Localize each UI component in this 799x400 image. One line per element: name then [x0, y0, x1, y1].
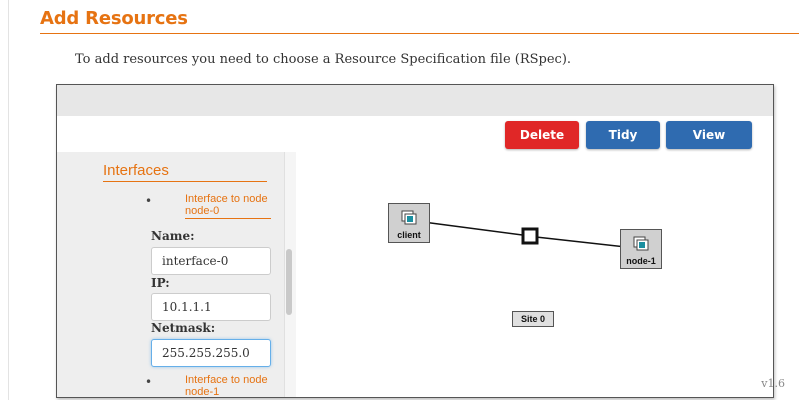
- bullet-icon: •: [145, 375, 153, 389]
- node-label: client: [397, 230, 421, 240]
- bullet-icon: •: [145, 194, 153, 208]
- panel-scrollbar-thumb[interactable]: [286, 249, 292, 315]
- node-client[interactable]: client: [388, 203, 430, 243]
- interfaces-heading-underline: [103, 181, 267, 182]
- topology-link-layer: [407, 219, 645, 250]
- server-icon: [401, 210, 417, 225]
- topology-editor: Delete All Tidy View View Rspec Interfac…: [56, 84, 774, 398]
- section-title: Add Resources: [40, 8, 188, 29]
- netmask-input[interactable]: [151, 339, 271, 367]
- delete-all-button[interactable]: Delete All: [505, 121, 579, 170]
- interface-link-underline: [185, 218, 271, 219]
- ip-label: IP:: [151, 276, 170, 290]
- node-label: node-1: [626, 256, 656, 266]
- section-title-underline: [40, 33, 799, 34]
- page-left-rule: [8, 0, 9, 400]
- editor-header-bar: [57, 85, 773, 116]
- ip-input[interactable]: [151, 293, 271, 321]
- topology-canvas[interactable]: [296, 152, 773, 397]
- interface-name-input[interactable]: [151, 247, 271, 275]
- netmask-label: Netmask:: [151, 321, 216, 335]
- view-rspec-button[interactable]: View Rspec: [666, 121, 752, 170]
- node-node-1[interactable]: node-1: [620, 229, 662, 269]
- site-label[interactable]: Site 0: [512, 311, 554, 327]
- lan-square-icon[interactable]: [521, 227, 539, 245]
- interfaces-panel: Interfaces • Interface to node node-0 Na…: [57, 152, 284, 397]
- name-label: Name:: [151, 229, 195, 243]
- tidy-view-button[interactable]: Tidy View: [586, 121, 660, 170]
- version-label: v1.6: [761, 377, 785, 390]
- interface-link-node-0[interactable]: Interface to node node-0: [185, 193, 275, 217]
- server-icon: [633, 236, 649, 251]
- interface-link-node-1[interactable]: Interface to node node-1: [185, 374, 275, 397]
- intro-text: To add resources you need to choose a Re…: [75, 52, 572, 67]
- interfaces-heading: Interfaces: [103, 162, 169, 179]
